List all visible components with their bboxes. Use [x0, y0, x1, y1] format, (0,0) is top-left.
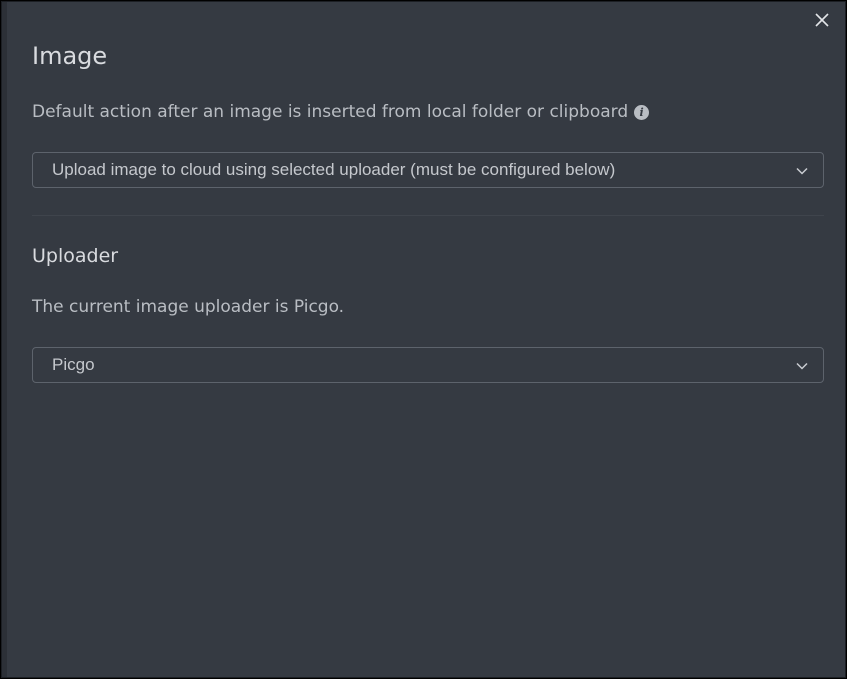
default-action-select[interactable]: Upload image to cloud using selected upl… — [32, 152, 824, 188]
section-title-uploader: Uploader — [32, 245, 119, 267]
default-action-description: Default action after an image is inserte… — [32, 102, 650, 122]
info-icon[interactable]: i — [634, 104, 650, 120]
close-icon — [815, 13, 829, 27]
default-action-selected-value: Upload image to cloud using selected upl… — [52, 160, 616, 179]
panel-edge — [2, 2, 7, 677]
uploader-selected-value: Picgo — [52, 355, 95, 374]
chevron-down-icon — [796, 362, 808, 370]
uploader-description: The current image uploader is Picgo. — [32, 297, 345, 317]
chevron-down-icon — [796, 167, 808, 175]
section-divider — [32, 215, 824, 216]
section-title-image: Image — [32, 42, 108, 70]
default-action-label: Default action after an image is inserte… — [32, 102, 629, 122]
image-settings-panel: Image Default action after an image is i… — [1, 1, 846, 678]
uploader-select[interactable]: Picgo — [32, 347, 824, 383]
close-button[interactable] — [813, 11, 831, 29]
